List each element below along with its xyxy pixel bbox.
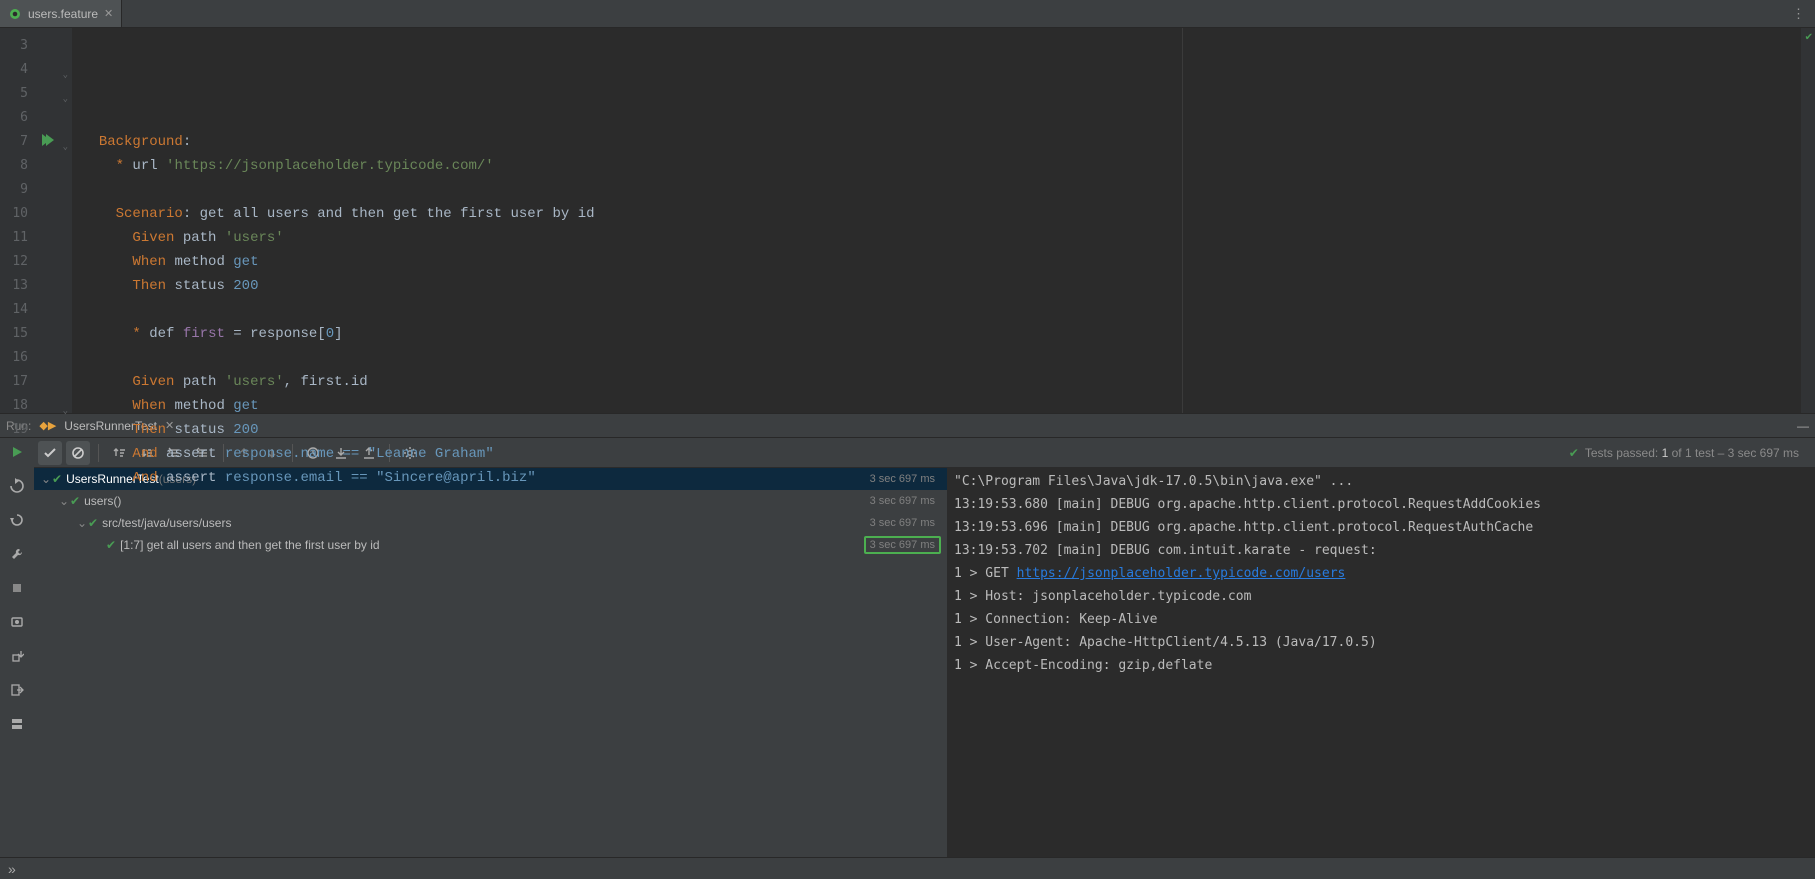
line-number[interactable]: 13 [0, 274, 72, 298]
line-number[interactable]: 16 [0, 346, 72, 370]
console-line: 13:19:53.702 [main] DEBUG com.intuit.kar… [954, 539, 1809, 562]
editor-tab-bar: users.feature ✕ ⋮ [0, 0, 1815, 28]
code-line[interactable] [82, 298, 1801, 322]
test-tree[interactable]: ⌄✔UsersRunnerTest (users)3 sec 697 ms⌄✔u… [34, 468, 948, 857]
test-duration: 3 sec 697 ms [870, 517, 941, 529]
code-line[interactable]: Background: [82, 130, 1801, 154]
bottom-status-bar: » [0, 857, 1815, 879]
code-line[interactable]: And assert response.name == "Leanne Grah… [82, 442, 1801, 466]
code-line[interactable]: * def first = response[0] [82, 322, 1801, 346]
console-line: 1 > Connection: Keep-Alive [954, 608, 1809, 631]
run-side-toolbar [0, 438, 34, 857]
code-line[interactable]: Then status 200 [82, 274, 1801, 298]
tree-twisty-icon[interactable]: ⌄ [58, 494, 70, 508]
line-number[interactable]: 15 [0, 322, 72, 346]
line-number[interactable]: 5⌄ [0, 82, 72, 106]
code-line[interactable] [82, 106, 1801, 130]
stop-icon[interactable] [7, 578, 27, 598]
code-area[interactable]: Background: * url 'https://jsonplacehold… [72, 28, 1801, 413]
console-line: 1 > GET https://jsonplaceholder.typicode… [954, 562, 1809, 585]
fold-icon[interactable]: ⌄ [58, 63, 68, 73]
test-tree-row[interactable]: ⌄✔ src/test/java/users/users 3 sec 697 ms [34, 512, 947, 534]
cucumber-file-icon [8, 7, 22, 21]
tool-windows-toggle-icon[interactable]: » [8, 861, 16, 877]
line-number[interactable]: 14 [0, 298, 72, 322]
console-line: 13:19:53.696 [main] DEBUG org.apache.htt… [954, 516, 1809, 539]
editor: 34⌄5⌄67⌄89101112131415161718⌄19 Backgrou… [0, 28, 1815, 413]
run-gutter-icon[interactable] [46, 134, 54, 146]
test-tree-row[interactable]: ✔ [1:7] get all users and then get the fi… [34, 534, 947, 556]
test-node-label: [1:7] get all users and then get the fir… [120, 538, 379, 552]
layout-icon[interactable] [7, 714, 27, 734]
tab-label: users.feature [28, 7, 98, 21]
code-line[interactable]: Given path 'users', first.id [82, 370, 1801, 394]
close-icon[interactable]: ✕ [104, 7, 113, 20]
rerun-failed-icon[interactable] [7, 476, 27, 496]
tab-users-feature[interactable]: users.feature ✕ [0, 0, 122, 27]
line-gutter: 34⌄5⌄67⌄89101112131415161718⌄19 [0, 28, 72, 413]
line-number[interactable]: 18⌄ [0, 394, 72, 418]
line-number[interactable]: 10 [0, 202, 72, 226]
test-pass-icon: ✔ [88, 516, 98, 530]
test-pass-icon: ✔ [70, 494, 80, 508]
line-number[interactable]: 3 [0, 34, 72, 58]
tab-options-icon[interactable]: ⋮ [1782, 0, 1815, 27]
console-line: 1 > Accept-Encoding: gzip,deflate [954, 654, 1809, 677]
rerun-icon[interactable] [7, 442, 27, 462]
console-output[interactable]: "C:\Program Files\Java\jdk-17.0.5\bin\ja… [948, 468, 1815, 857]
code-line[interactable]: Scenario: get all users and then get the… [82, 202, 1801, 226]
fold-icon[interactable]: ⌄ [58, 135, 68, 145]
line-number[interactable]: 12 [0, 250, 72, 274]
show-passed-icon[interactable] [38, 441, 62, 465]
code-line[interactable] [82, 490, 1801, 514]
right-margin-line [1182, 28, 1183, 413]
line-number[interactable]: 4⌄ [0, 58, 72, 82]
test-duration: 3 sec 697 ms [864, 536, 941, 554]
line-number[interactable]: 19 [0, 418, 72, 442]
code-line[interactable]: When method get [82, 394, 1801, 418]
test-pass-icon: ✔ [52, 472, 62, 486]
inspection-strip[interactable]: ✔ [1801, 28, 1815, 413]
line-number[interactable]: 8 [0, 154, 72, 178]
test-pass-icon: ✔ [106, 538, 116, 552]
check-icon: ✔ [1805, 32, 1813, 43]
tree-twisty-icon[interactable]: ⌄ [76, 516, 88, 530]
line-number[interactable]: 11 [0, 226, 72, 250]
tree-twisty-icon[interactable]: ⌄ [40, 472, 52, 486]
line-number[interactable]: 17 [0, 370, 72, 394]
code-line[interactable]: And assert response.email == "Sincere@ap… [82, 466, 1801, 490]
code-line[interactable]: Then status 200 [82, 418, 1801, 442]
code-line[interactable]: * url 'https://jsonplaceholder.typicode.… [82, 154, 1801, 178]
console-line: 1 > Host: jsonplaceholder.typicode.com [954, 585, 1809, 608]
import-tests-icon[interactable] [7, 646, 27, 666]
wrench-icon[interactable] [7, 544, 27, 564]
line-number[interactable]: 7⌄ [0, 130, 72, 154]
code-line[interactable]: When method get [82, 250, 1801, 274]
exit-icon[interactable] [7, 680, 27, 700]
code-line[interactable] [82, 178, 1801, 202]
test-node-label: src/test/java/users/users [102, 516, 231, 530]
toggle-auto-test-icon[interactable] [7, 510, 27, 530]
line-number[interactable]: 9 [0, 178, 72, 202]
dump-threads-icon[interactable] [7, 612, 27, 632]
console-line: 1 > User-Agent: Apache-HttpClient/4.5.13… [954, 631, 1809, 654]
code-line[interactable] [82, 346, 1801, 370]
fold-icon[interactable]: ⌄ [58, 399, 68, 409]
line-number[interactable]: 6 [0, 106, 72, 130]
fold-icon[interactable]: ⌄ [58, 87, 68, 97]
console-url-link[interactable]: https://jsonplaceholder.typicode.com/use… [1017, 566, 1346, 581]
code-line[interactable]: Given path 'users' [82, 226, 1801, 250]
